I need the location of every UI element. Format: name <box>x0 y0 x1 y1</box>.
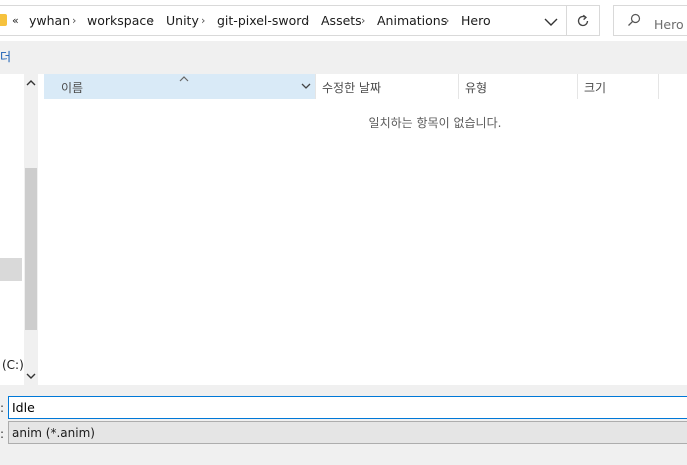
breadcrumb-workspace[interactable]: workspace <box>87 13 154 28</box>
refresh-icon <box>577 14 589 26</box>
chevron-down-icon[interactable] <box>541 14 561 30</box>
search-icon <box>628 13 641 26</box>
navigation-pane <box>0 74 24 385</box>
chevron-down-icon[interactable] <box>300 79 312 93</box>
toolbar <box>0 41 687 74</box>
breadcrumb-separator[interactable]: › <box>445 14 449 27</box>
column-name-label: 이름 <box>61 81 84 95</box>
empty-message: 일치하는 항목이 없습니다. <box>368 116 502 130</box>
breadcrumb-separator[interactable]: › <box>201 14 205 27</box>
toolbar-button[interactable]: 더 <box>0 48 11 65</box>
column-header-date[interactable]: 수정한 날짜 <box>316 74 459 99</box>
scrollbar-thumb[interactable] <box>25 168 37 330</box>
breadcrumb-assets[interactable]: Assets <box>321 13 362 28</box>
breadcrumb-separator[interactable]: › <box>361 14 365 27</box>
filetype-select[interactable]: anim (*.anim) <box>8 421 687 444</box>
breadcrumb-separator[interactable]: › <box>72 14 76 27</box>
breadcrumb-unity[interactable]: Unity <box>166 13 199 28</box>
column-header-type[interactable]: 유형 <box>459 74 578 99</box>
folder-icon <box>0 14 7 26</box>
filename-label: : <box>0 401 5 415</box>
breadcrumb-ywhan[interactable]: ywhan <box>29 13 70 28</box>
breadcrumb-separator[interactable]: › <box>305 14 309 27</box>
column-date-label: 수정한 날짜 <box>322 81 382 95</box>
filetype-label: : <box>0 427 5 441</box>
filetype-value: anim (*.anim) <box>12 426 95 440</box>
nav-item-selected[interactable] <box>0 258 22 281</box>
search-placeholder: Hero 검 <box>654 17 687 32</box>
breadcrumb-git-pixel-sword[interactable]: git-pixel-sword <box>217 13 309 28</box>
column-size-label: 크기 <box>584 81 607 95</box>
breadcrumb-hero[interactable]: Hero <box>461 13 491 28</box>
chevron-up-icon[interactable] <box>24 76 38 90</box>
column-type-label: 유형 <box>465 81 488 95</box>
breadcrumb-animations[interactable]: Animations <box>377 13 447 28</box>
breadcrumb-overflow[interactable]: « <box>12 14 19 27</box>
address-bar[interactable]: « ywhan › workspace › Unity › git-pixel-… <box>0 5 567 36</box>
column-header-size[interactable]: 크기 <box>578 74 659 99</box>
breadcrumb-separator[interactable]: › <box>150 14 154 27</box>
search-box[interactable]: Hero 검 <box>613 5 687 36</box>
column-header-name[interactable]: 이름 <box>44 74 316 99</box>
chevron-down-icon[interactable] <box>24 369 38 383</box>
nav-item-drive[interactable]: (C:) <box>2 358 24 372</box>
refresh-button[interactable] <box>567 5 600 36</box>
filename-input[interactable] <box>8 396 687 419</box>
chevron-up-icon <box>179 76 189 82</box>
